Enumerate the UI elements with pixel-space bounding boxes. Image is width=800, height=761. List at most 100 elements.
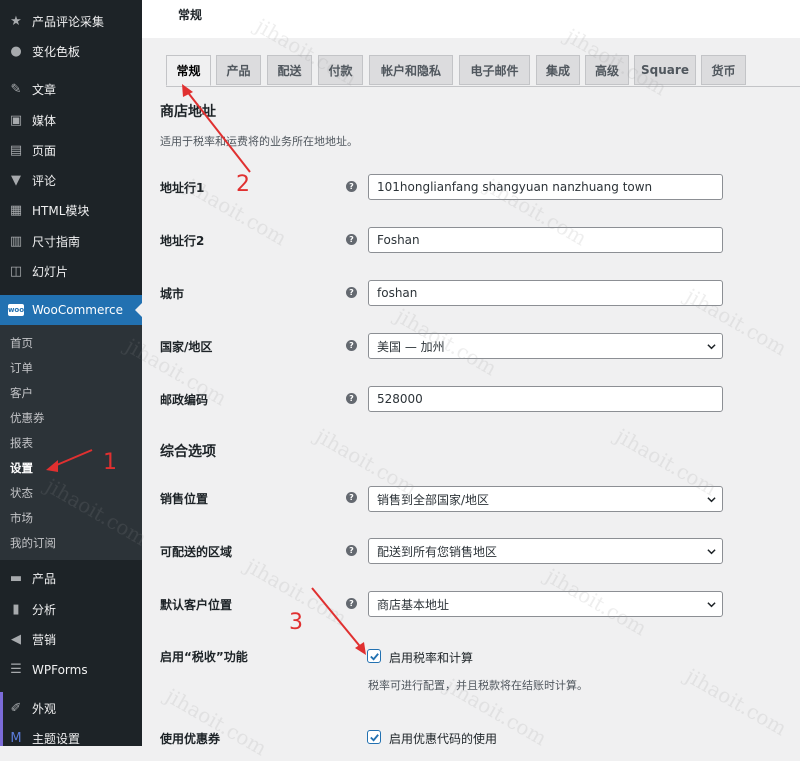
theme-icon: M bbox=[10, 730, 22, 746]
help-icon[interactable]: ? bbox=[346, 393, 357, 404]
menu-item-comments[interactable]: ▼ 评论 bbox=[0, 165, 142, 195]
tab-products[interactable]: 产品 bbox=[216, 55, 261, 85]
woo-logo: woo bbox=[7, 303, 25, 316]
pin-icon: ✎ bbox=[10, 82, 22, 98]
menu-item-media[interactable]: ▣ 媒体 bbox=[0, 105, 142, 135]
archive-icon: ▬ bbox=[9, 571, 23, 587]
menu-label: 媒体 bbox=[32, 113, 57, 128]
help-icon[interactable]: ? bbox=[346, 340, 357, 351]
page-header: 常规 bbox=[142, 0, 800, 38]
label-address-2: 地址行2 bbox=[160, 234, 205, 248]
tab-accounts-privacy[interactable]: 帐户和隐私 bbox=[369, 55, 453, 85]
help-icon[interactable]: ? bbox=[346, 181, 357, 192]
label-postcode: 邮政编码 bbox=[160, 393, 209, 407]
country-select[interactable]: 美国 — 加州 bbox=[368, 333, 723, 359]
swatches-icon: ● bbox=[10, 43, 22, 59]
menu-item-slides[interactable]: ◫ 幻灯片 bbox=[0, 256, 142, 286]
chevron-down-icon bbox=[707, 497, 716, 503]
tab-advanced[interactable]: 高级 bbox=[585, 55, 629, 85]
chevron-down-icon bbox=[707, 549, 716, 555]
media-icon: ▣ bbox=[9, 112, 23, 128]
submenu-item-subscriptions[interactable]: 我的订阅 bbox=[0, 531, 142, 556]
country-select-value: 美国 — 加州 bbox=[377, 339, 445, 354]
menu-item-woocommerce[interactable]: woo WooCommerce bbox=[0, 294, 142, 325]
menu-label: 评论 bbox=[32, 174, 57, 189]
enable-taxes-checkbox[interactable] bbox=[367, 649, 381, 663]
page-icon: ▤ bbox=[9, 142, 23, 158]
menu-item-html-blocks[interactable]: ▦ HTML模块 bbox=[0, 196, 142, 226]
selling-location-select[interactable]: 销售到全部国家/地区 bbox=[368, 486, 723, 512]
help-icon[interactable]: ? bbox=[346, 545, 357, 556]
slides-icon: ◫ bbox=[9, 264, 23, 280]
submenu-item-status[interactable]: 状态 bbox=[0, 481, 142, 506]
label-enable-taxes: 启用“税收”功能 bbox=[160, 650, 248, 664]
help-icon[interactable]: ? bbox=[346, 492, 357, 503]
menu-item-posts[interactable]: ✎ 文章 bbox=[0, 75, 142, 105]
menu-item-appearance[interactable]: ✐ 外观 bbox=[0, 693, 142, 723]
forms-icon: ☰ bbox=[10, 662, 22, 678]
label-shipping-locations: 可配送的区域 bbox=[160, 545, 233, 559]
menu-item-size-guide[interactable]: ▥ 尺寸指南 bbox=[0, 226, 142, 256]
tab-integration[interactable]: 集成 bbox=[536, 55, 580, 85]
enable-coupons-checkbox[interactable] bbox=[367, 730, 381, 744]
help-icon[interactable]: ? bbox=[346, 234, 357, 245]
star-icon: ★ bbox=[10, 13, 22, 29]
section-store-address-title: 商店地址 bbox=[160, 104, 216, 120]
label-city: 城市 bbox=[160, 287, 185, 301]
enable-coupons-label[interactable]: 启用优惠代码的使用 bbox=[389, 730, 497, 747]
enable-taxes-description: 税率可进行配置，并且税款将在结账时计算。 bbox=[368, 679, 588, 692]
tab-square[interactable]: Square bbox=[634, 55, 696, 85]
menu-item-swatches[interactable]: ● 变化色板 bbox=[0, 36, 142, 66]
submenu-item-settings[interactable]: 设置 bbox=[0, 456, 142, 481]
label-address-1: 地址行1 bbox=[160, 181, 205, 195]
address-line-1-input[interactable]: 101honglianfang shangyuan nanzhuang town bbox=[368, 174, 723, 200]
address-line-2-input[interactable]: Foshan bbox=[368, 227, 723, 253]
woocommerce-icon: woo bbox=[8, 302, 24, 318]
menu-item-pages[interactable]: ▤ 页面 bbox=[0, 135, 142, 165]
tab-shipping[interactable]: 配送 bbox=[267, 55, 312, 85]
tab-emails[interactable]: 电子邮件 bbox=[459, 55, 530, 85]
tab-currency[interactable]: 货币 bbox=[701, 55, 746, 85]
checkmark-icon bbox=[369, 652, 379, 661]
menu-label: HTML模块 bbox=[32, 204, 90, 219]
menu-item-theme-settings[interactable]: M 主题设置 bbox=[0, 723, 142, 746]
tab-general[interactable]: 常规 bbox=[166, 55, 211, 86]
default-customer-location-value: 商店基本地址 bbox=[377, 597, 450, 612]
selling-location-value: 销售到全部国家/地区 bbox=[377, 492, 490, 507]
label-country: 国家/地区 bbox=[160, 340, 213, 354]
menu-label: 营销 bbox=[32, 632, 57, 647]
menu-item-marketing[interactable]: ◀ 营销 bbox=[0, 624, 142, 654]
submenu-item-home[interactable]: 首页 bbox=[0, 331, 142, 356]
submenu-item-orders[interactable]: 订单 bbox=[0, 356, 142, 381]
brush-icon: ✐ bbox=[10, 700, 22, 716]
menu-item-products[interactable]: ▬ 产品 bbox=[0, 564, 142, 594]
chevron-down-icon bbox=[707, 344, 716, 350]
city-input[interactable]: foshan bbox=[368, 280, 723, 306]
postcode-input[interactable]: 528000 bbox=[368, 386, 723, 412]
tab-payments[interactable]: 付款 bbox=[318, 55, 363, 85]
submenu-item-reports[interactable]: 报表 bbox=[0, 431, 142, 456]
menu-item-analytics[interactable]: ▮ 分析 bbox=[0, 594, 142, 624]
section-store-address-desc: 适用于税率和运费将的业务所在地地址。 bbox=[160, 135, 358, 148]
submenu-item-marketplace[interactable]: 市场 bbox=[0, 506, 142, 531]
menu-label: 变化色板 bbox=[32, 44, 81, 59]
shipping-locations-select[interactable]: 配送到所有您销售地区 bbox=[368, 538, 723, 564]
menu-label: WPForms bbox=[32, 662, 88, 677]
menu-label: 主题设置 bbox=[32, 731, 81, 746]
chevron-down-icon bbox=[707, 602, 716, 608]
help-icon[interactable]: ? bbox=[346, 598, 357, 609]
submenu-item-coupons[interactable]: 优惠券 bbox=[0, 406, 142, 431]
menu-label: WooCommerce bbox=[32, 302, 123, 317]
main-content: 常规 常规 产品 配送 付款 帐户和隐私 电子邮件 集成 高级 Square 货… bbox=[142, 0, 800, 746]
enable-taxes-label[interactable]: 启用税率和计算 bbox=[389, 649, 473, 666]
comment-icon: ▼ bbox=[11, 173, 21, 189]
menu-label: 页面 bbox=[32, 143, 57, 158]
default-customer-location-select[interactable]: 商店基本地址 bbox=[368, 591, 723, 617]
annotation-number-2: 2 bbox=[236, 172, 250, 197]
chart-icon: ▮ bbox=[12, 601, 20, 617]
menu-item-review-collector[interactable]: ★ 产品评论采集 bbox=[0, 6, 142, 36]
shipping-locations-value: 配送到所有您销售地区 bbox=[377, 544, 498, 559]
submenu-item-customers[interactable]: 客户 bbox=[0, 381, 142, 406]
help-icon[interactable]: ? bbox=[346, 287, 357, 298]
menu-item-wpforms[interactable]: ☰ WPForms bbox=[0, 655, 142, 685]
